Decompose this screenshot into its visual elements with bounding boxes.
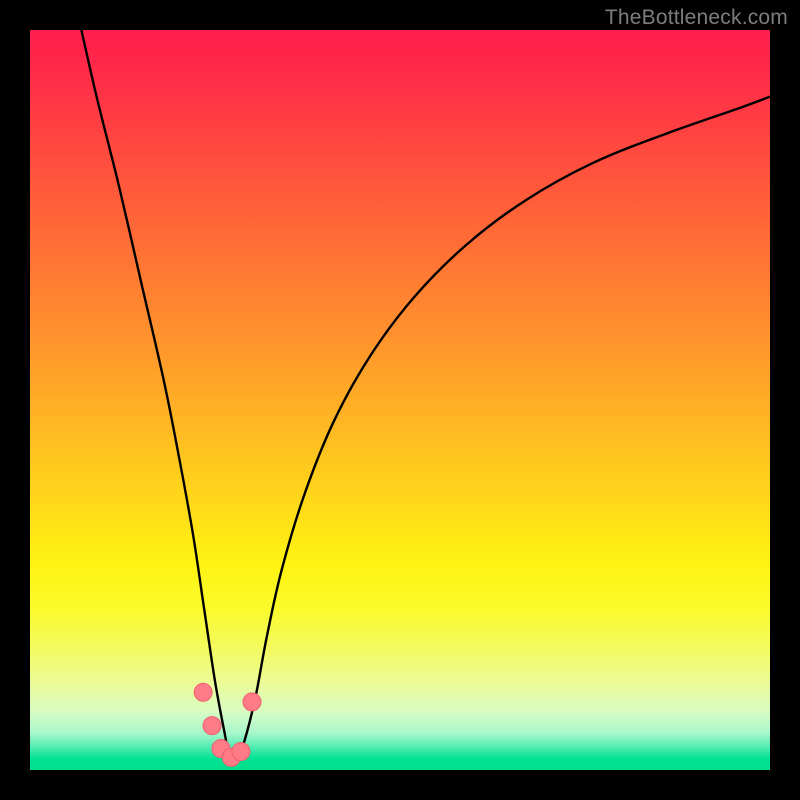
- curve-marker: [203, 717, 221, 735]
- curve-marker: [194, 683, 212, 701]
- curve-markers: [194, 683, 261, 766]
- curve-marker: [232, 743, 250, 761]
- watermark-text: TheBottleneck.com: [605, 6, 788, 30]
- chart-stage: TheBottleneck.com: [0, 0, 800, 800]
- curve-layer: [30, 30, 770, 770]
- plot-area: [30, 30, 770, 770]
- curve-marker: [243, 693, 261, 711]
- bottleneck-curve: [78, 30, 770, 761]
